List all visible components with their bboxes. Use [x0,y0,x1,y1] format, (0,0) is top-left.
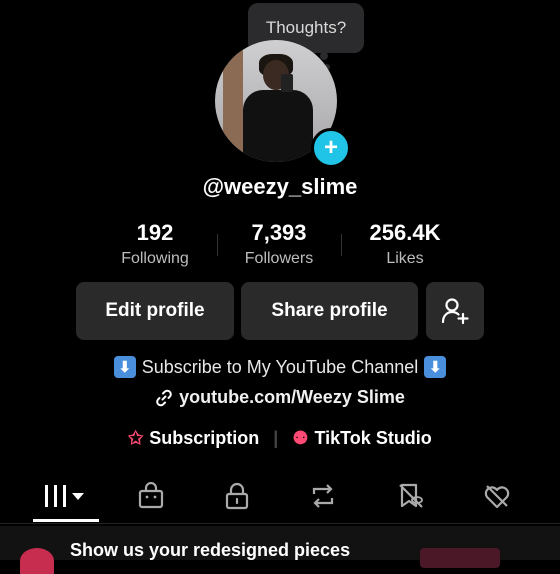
creator-shortcuts: ✩ Subscription | ⚉ TikTok Studio [0,428,560,449]
stat-divider [341,234,342,256]
share-profile-button[interactable]: Share profile [241,282,418,340]
down-arrow-icon: ⬇ [424,356,447,378]
shortcut-divider: | [273,428,279,448]
down-arrow-icon: ⬇ [113,356,136,378]
share-profile-label: Share profile [271,300,388,321]
liked-icon [484,485,510,509]
tab-favorites[interactable] [376,472,446,520]
subscription-star-icon: ✩ [128,428,144,448]
banner-text: Show us your redesigned pieces [70,540,351,560]
stat-following-value: 192 [136,220,174,245]
bio-line: ⬇ Subscribe to My YouTube Channel ⬇ [0,356,560,378]
repost-icon [312,484,334,508]
grid-icon [45,485,84,507]
tab-reposts[interactable] [288,472,358,520]
tab-bar-divider [0,523,560,524]
subscription-shortcut[interactable]: ✩ Subscription [128,428,259,449]
shop-icon [138,482,164,509]
subscription-label: Subscription [149,428,260,448]
banner-icon [20,548,54,574]
stat-likes-label: Likes [386,250,424,267]
stat-followers-label: Followers [244,250,314,267]
stat-following-label: Following [121,250,189,267]
edit-profile-button[interactable]: Edit profile [76,282,234,340]
promo-banner[interactable]: Show us your redesigned pieces [0,526,560,574]
add-person-icon [441,298,469,325]
tab-liked[interactable] [462,472,532,520]
bio-text: Subscribe to My YouTube Channel [141,356,419,377]
banner-action-button[interactable] [420,548,500,568]
thoughts-text: Thoughts? [265,18,347,37]
edit-profile-label: Edit profile [105,300,205,321]
link-icon [156,389,172,406]
stat-followers-value: 7,393 [251,220,307,245]
tab-shop[interactable] [116,472,186,520]
profile-tab-bar [0,472,560,524]
tab-videos[interactable] [30,472,100,520]
active-tab-indicator [33,519,99,522]
stat-likes-value: 256.4K [369,220,441,245]
bio-link-text: youtube.com/Weezy Slime [179,387,405,407]
stat-likes[interactable]: 256.4K Likes [345,220,465,268]
tiktok-studio-label: TikTok Studio [314,428,432,448]
tab-private[interactable] [202,472,272,520]
stat-divider [217,234,218,256]
favorites-icon [399,483,423,508]
username: @weezy_slime [202,174,358,199]
stat-followers[interactable]: 7,393 Followers [219,220,339,268]
tiktok-studio-shortcut[interactable]: ⚉ TikTok Studio [292,428,431,449]
stat-following[interactable]: 192 Following [95,220,215,268]
add-story-plus-icon[interactable]: + [311,128,351,168]
avatar[interactable]: + [215,40,351,168]
bio-link[interactable]: youtube.com/Weezy Slime [0,387,560,408]
add-friend-button[interactable] [426,282,484,340]
lock-icon [225,482,249,510]
studio-person-star-icon: ⚉ [292,428,309,448]
